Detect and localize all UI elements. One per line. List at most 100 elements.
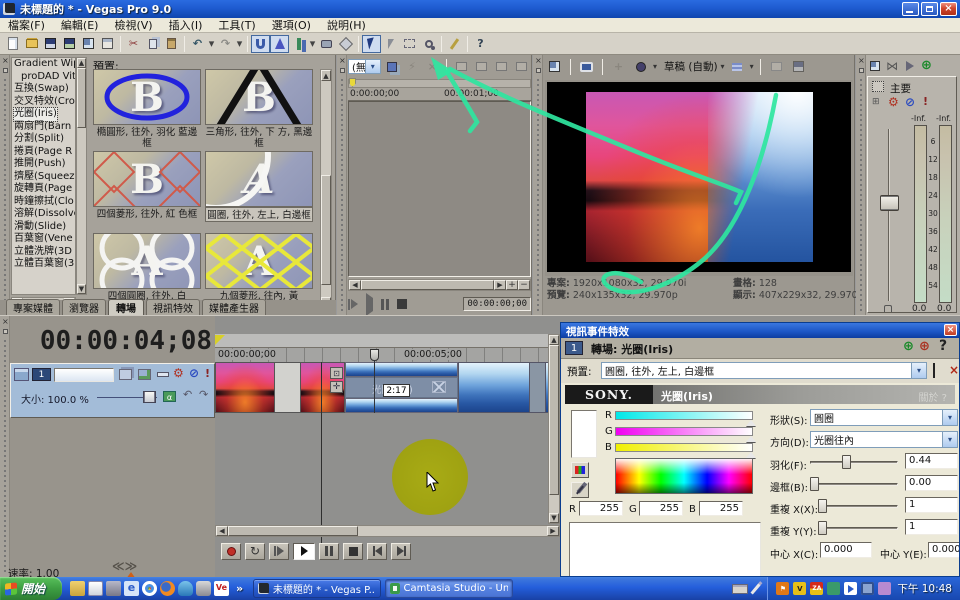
r-value-field[interactable]: 255 — [579, 501, 623, 516]
mixer-properties-icon[interactable] — [867, 57, 882, 75]
redo-dropdown-icon[interactable]: ▾ — [235, 35, 244, 53]
copy-icon[interactable] — [143, 35, 162, 53]
dock-close-icon[interactable]: × — [858, 57, 865, 65]
menu-file[interactable]: 檔案(F) — [0, 17, 53, 33]
redo-icon[interactable]: ↷ — [216, 35, 235, 53]
b-channel-slider[interactable] — [615, 443, 753, 452]
mixer-grip[interactable]: × — [856, 55, 866, 315]
transition-list-item[interactable]: 擠壓(Squeez — [14, 171, 75, 184]
combo-dropdown-icon[interactable]: ▾ — [942, 432, 957, 447]
timeline-hscrollbar[interactable]: ◀ ▶ — [215, 525, 560, 537]
trimmer-marker-bar[interactable] — [348, 79, 531, 88]
tray-antivirus-icon[interactable]: V — [793, 582, 806, 595]
center-x-value-field[interactable]: 0.000 — [820, 542, 872, 558]
fx-preset-combo[interactable]: 圓圈, 往外, 左上, 白邊框▾ — [601, 362, 927, 379]
whats-this-help-icon[interactable]: ? — [471, 35, 490, 53]
tray-clock[interactable]: 下午 10:48 — [897, 581, 952, 596]
transition-list-item[interactable]: 交叉特效(Cro — [14, 96, 75, 109]
transition-list-item[interactable]: 百葉窗(Vene — [14, 233, 75, 246]
transition-list-item[interactable]: 旋轉頁(Page — [14, 183, 75, 196]
master-fader-handle[interactable] — [880, 195, 899, 211]
track-alpha-icon[interactable]: α — [163, 391, 176, 402]
play-from-start-button[interactable] — [269, 543, 289, 560]
eyedropper-button[interactable] — [571, 482, 589, 498]
menu-insert[interactable]: 插入(I) — [161, 17, 211, 33]
menu-tools[interactable]: 工具(T) — [210, 17, 263, 33]
track-minimize-icon[interactable] — [14, 368, 29, 381]
event-selected-body[interactable] — [275, 362, 300, 413]
undo-dropdown-icon[interactable]: ▾ — [207, 35, 216, 53]
pause-icon[interactable] — [381, 299, 389, 310]
transitions-grip[interactable]: × — [0, 55, 10, 315]
transition-list-item[interactable]: 互換(Swap) — [14, 83, 75, 96]
quicklaunch-media-icon[interactable] — [106, 581, 121, 596]
transition-list-item[interactable]: 立體百葉窗(3 — [14, 258, 75, 271]
scroll-left-icon[interactable]: ◀ — [349, 280, 361, 290]
bus-solo-icon[interactable]: ! — [923, 95, 928, 108]
play-button[interactable] — [293, 543, 315, 560]
r-channel-slider[interactable] — [615, 411, 753, 420]
transition-list-item[interactable]: 時鐘擦拭(Clo — [14, 196, 75, 209]
trimmer-media-combo[interactable]: (無▾ — [348, 59, 381, 74]
preset-card[interactable]: A 四個圓圈, 往外, 白 — [93, 233, 201, 302]
trimmer-canvas[interactable] — [348, 101, 531, 277]
scroll-thumb[interactable] — [361, 280, 494, 290]
cut-icon[interactable]: ✂ — [124, 35, 143, 53]
tab-transitions-active[interactable]: 轉場 — [108, 299, 144, 315]
save-snapshot-icon[interactable] — [789, 58, 808, 76]
transition-list-item[interactable]: 立體洗牌(3D — [14, 246, 75, 259]
master-bus-icon[interactable] — [872, 81, 884, 92]
scroll-left-icon[interactable]: ◀ — [216, 526, 228, 536]
language-keyboard-icon[interactable] — [732, 584, 748, 594]
tab-video-fx[interactable]: 視訊特效 — [146, 299, 200, 315]
save-icon[interactable] — [41, 35, 60, 53]
insert-plugin-icon[interactable]: ⊕ — [903, 339, 914, 354]
track-name-field[interactable] — [54, 368, 114, 382]
split-screen-icon[interactable] — [728, 58, 747, 76]
fx-dialog-titlebar[interactable]: 視訊事件特效 × — [561, 323, 959, 338]
dock-pin-icon[interactable] — [859, 68, 864, 73]
big-timecode[interactable]: 00:00:04;08 — [20, 326, 212, 356]
crossfade-icon[interactable] — [432, 381, 446, 393]
bypass-motion-blur-icon[interactable]: ↶ — [183, 388, 192, 401]
edit-details-icon[interactable] — [98, 35, 117, 53]
event-fx-button[interactable]: ⊡ — [330, 367, 343, 379]
repeat-x-handle[interactable] — [818, 499, 827, 513]
dim-output-icon[interactable] — [902, 57, 917, 75]
color-spectrum[interactable] — [615, 458, 753, 494]
transition-list-item[interactable]: 滑動(Slide) — [14, 221, 75, 234]
transition-list-item[interactable]: 推開(Push) — [14, 158, 75, 171]
tray-volume-icon[interactable] — [878, 582, 891, 595]
zoom-in-icon[interactable]: + — [506, 280, 518, 290]
combo-dropdown-icon[interactable]: ▾ — [942, 410, 957, 425]
dock-pin-icon[interactable] — [3, 329, 8, 334]
tray-display-icon[interactable] — [861, 582, 874, 595]
repeat-y-handle[interactable] — [818, 521, 827, 535]
feather-slider[interactable] — [810, 461, 898, 464]
task-button-camtasia[interactable]: Camtasia Studio - Unti... — [385, 579, 513, 598]
transition-list-vscrollbar[interactable]: ▲ ▼ — [76, 57, 87, 295]
vu-meter-right[interactable] — [939, 125, 952, 303]
quicklaunch-folder-icon[interactable] — [70, 581, 85, 596]
quicklaunch-chrome-icon[interactable] — [142, 581, 157, 596]
repeat-x-value-field[interactable]: 1 — [905, 497, 958, 513]
g-channel-slider[interactable] — [615, 427, 753, 436]
menu-edit[interactable]: 編輯(E) — [53, 17, 107, 33]
dock-pin-icon[interactable] — [340, 68, 345, 73]
timeline-marker-flag[interactable] — [215, 335, 225, 346]
av-streams-icon[interactable] — [383, 58, 401, 76]
quicklaunch-messenger-icon[interactable] — [178, 581, 193, 596]
border-handle[interactable] — [810, 477, 819, 491]
trimmer-hscrollbar[interactable]: ◀ ▶ + − — [348, 279, 531, 291]
fader-lock-icon[interactable] — [884, 305, 892, 312]
play-from-start-icon[interactable] — [348, 299, 358, 310]
scroll-right-icon[interactable]: ▶ — [494, 280, 506, 290]
tab-project-media[interactable]: 專案媒體 — [6, 299, 60, 315]
tray-update-icon[interactable] — [827, 582, 840, 595]
scroll-thumb[interactable] — [549, 345, 559, 495]
remove-media-icon[interactable]: × — [423, 58, 441, 76]
transition-list-item[interactable]: 分割(Split) — [14, 133, 75, 146]
feather-value-field[interactable]: 0.44 — [905, 453, 958, 469]
stop-button[interactable] — [343, 543, 363, 560]
border-slider[interactable] — [810, 483, 898, 486]
